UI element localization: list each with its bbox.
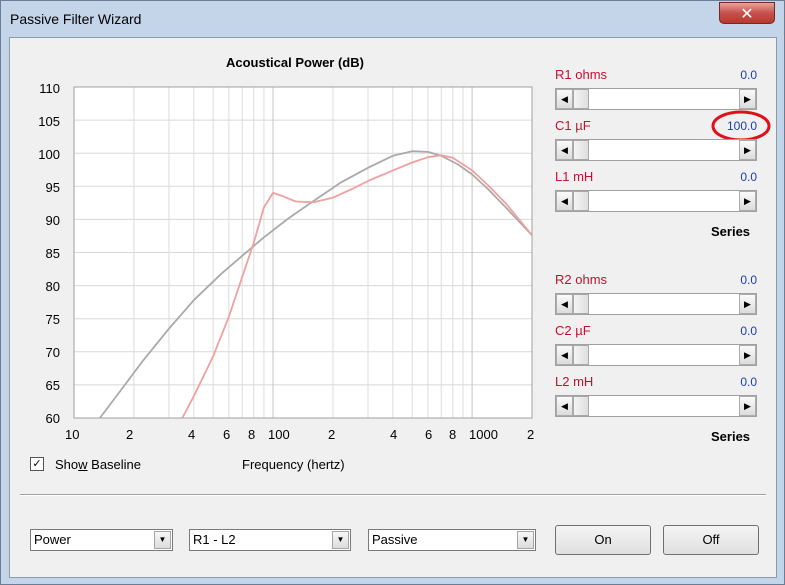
- scroll-right-icon[interactable]: ▶: [739, 294, 756, 314]
- scroll-right-icon[interactable]: ▶: [739, 140, 756, 160]
- slider-thumb[interactable]: [573, 294, 589, 314]
- x-tick-60: 6: [223, 427, 231, 442]
- type-select[interactable]: Passive ▼: [368, 529, 536, 551]
- power-chart: [73, 86, 533, 419]
- x-tick-100: 100: [268, 427, 290, 442]
- slider-thumb[interactable]: [573, 140, 589, 160]
- r1-label: R1 ohms: [555, 67, 608, 82]
- scroll-right-icon[interactable]: ▶: [739, 191, 756, 211]
- show-baseline-label[interactable]: Show Baseline: [55, 457, 141, 472]
- scroll-left-icon[interactable]: ◀: [556, 89, 573, 109]
- y-tick-95: 95: [45, 180, 60, 195]
- l2-slider[interactable]: ◀ ▶: [555, 395, 757, 417]
- x-tick-400: 4: [390, 427, 398, 442]
- r1-value: 0.0: [740, 68, 757, 82]
- scroll-left-icon[interactable]: ◀: [556, 191, 573, 211]
- l2-value: 0.0: [740, 375, 757, 389]
- scroll-left-icon[interactable]: ◀: [556, 294, 573, 314]
- c2-value: 0.0: [740, 324, 757, 338]
- checkmark-icon: ✓: [32, 458, 42, 470]
- chevron-down-icon[interactable]: ▼: [332, 531, 349, 549]
- scroll-right-icon[interactable]: ▶: [739, 89, 756, 109]
- window-title: Passive Filter Wizard: [10, 11, 142, 27]
- r2-label: R2 ohms: [555, 272, 608, 287]
- y-tick-65: 65: [45, 378, 60, 393]
- c1-slider[interactable]: ◀ ▶: [555, 139, 757, 161]
- y-tick-75: 75: [45, 312, 60, 327]
- x-tick-600: 6: [425, 427, 433, 442]
- pair-select[interactable]: R1 - L2 ▼: [189, 529, 351, 551]
- y-tick-90: 90: [45, 213, 60, 228]
- x-tick-20: 2: [126, 427, 134, 442]
- x-axis-label: Frequency (hertz): [242, 457, 345, 472]
- y-tick-60: 60: [45, 411, 60, 426]
- x-tick-1000: 1000: [469, 427, 498, 442]
- scroll-left-icon[interactable]: ◀: [556, 396, 573, 416]
- x-tick-800: 8: [449, 427, 457, 442]
- dialog-body: Acoustical Power (dB) 110 105 100 95 90 …: [9, 37, 777, 578]
- y-tick-80: 80: [45, 279, 60, 294]
- y-tick-100: 100: [38, 147, 60, 162]
- title-bar: Passive Filter Wizard ✕: [1, 1, 784, 37]
- close-button[interactable]: ✕: [719, 2, 775, 24]
- l1-label: L1 mH: [555, 169, 594, 184]
- c2-slider[interactable]: ◀ ▶: [555, 344, 757, 366]
- slider-thumb[interactable]: [573, 191, 589, 211]
- scroll-right-icon[interactable]: ▶: [739, 396, 756, 416]
- mode-select[interactable]: Power ▼: [30, 529, 173, 551]
- y-tick-70: 70: [45, 345, 60, 360]
- r1-slider[interactable]: ◀ ▶: [555, 88, 757, 110]
- chevron-down-icon[interactable]: ▼: [517, 531, 534, 549]
- dialog-window: Passive Filter Wizard ✕ Acoustical Power…: [0, 0, 785, 585]
- y-tick-85: 85: [45, 246, 60, 261]
- r2-slider[interactable]: ◀ ▶: [555, 293, 757, 315]
- chart-title: Acoustical Power (dB): [226, 55, 364, 70]
- l1-slider[interactable]: ◀ ▶: [555, 190, 757, 212]
- off-button[interactable]: Off: [663, 525, 759, 555]
- scroll-left-icon[interactable]: ◀: [556, 345, 573, 365]
- series-caption-2: Series: [711, 429, 751, 444]
- y-tick-105: 105: [38, 114, 60, 129]
- x-tick-40: 4: [188, 427, 196, 442]
- on-button[interactable]: On: [555, 525, 651, 555]
- y-tick-110: 110: [39, 81, 60, 96]
- separator: [20, 494, 766, 496]
- close-icon: ✕: [740, 4, 754, 23]
- c2-label: C2 µF: [555, 323, 591, 338]
- scroll-right-icon[interactable]: ▶: [739, 345, 756, 365]
- x-tick-80: 8: [248, 427, 256, 442]
- chevron-down-icon[interactable]: ▼: [154, 531, 171, 549]
- show-baseline-checkbox[interactable]: ✓: [30, 457, 44, 471]
- scroll-left-icon[interactable]: ◀: [556, 140, 573, 160]
- series-caption-1: Series: [711, 224, 751, 239]
- l1-value: 0.0: [740, 170, 757, 184]
- l2-label: L2 mH: [555, 374, 594, 389]
- x-tick-10: 10: [65, 427, 80, 442]
- slider-thumb[interactable]: [573, 345, 589, 365]
- x-tick-200: 2: [328, 427, 336, 442]
- r2-value: 0.0: [740, 273, 757, 287]
- slider-thumb[interactable]: [573, 89, 589, 109]
- x-tick-2000: 2: [527, 427, 535, 442]
- slider-thumb[interactable]: [573, 396, 589, 416]
- c1-label: C1 µF: [555, 118, 591, 133]
